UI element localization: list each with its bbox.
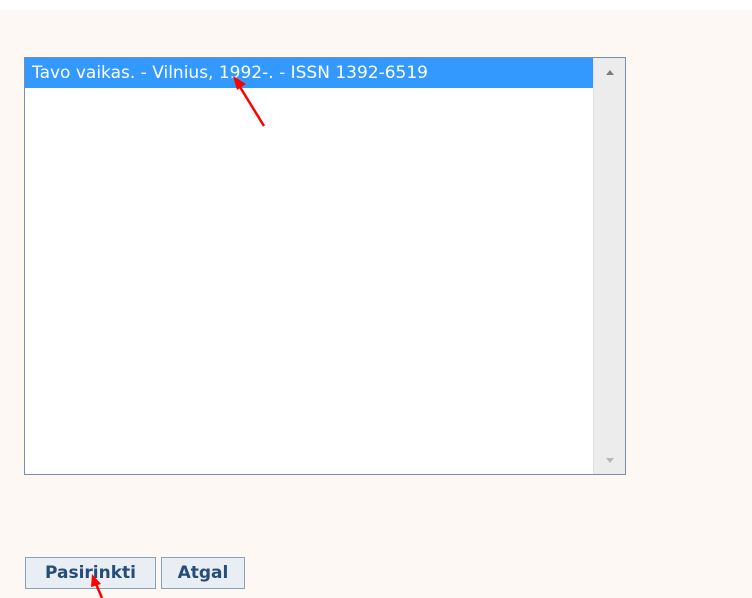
listbox-scrollbar[interactable] xyxy=(593,58,625,474)
select-button[interactable]: Pasirinkti xyxy=(25,557,156,589)
content-panel: Tavo vaikas. - Vilnius, 1992-. - ISSN 13… xyxy=(0,10,752,598)
listbox-items: Tavo vaikas. - Vilnius, 1992-. - ISSN 13… xyxy=(25,58,593,474)
journal-listbox[interactable]: Tavo vaikas. - Vilnius, 1992-. - ISSN 13… xyxy=(24,57,626,475)
scroll-up-button[interactable] xyxy=(594,58,625,86)
chevron-down-icon xyxy=(605,457,614,463)
scroll-down-button[interactable] xyxy=(594,446,625,474)
chevron-up-icon xyxy=(605,69,614,75)
back-button[interactable]: Atgal xyxy=(161,557,245,589)
list-item-selected[interactable]: Tavo vaikas. - Vilnius, 1992-. - ISSN 13… xyxy=(25,58,593,88)
